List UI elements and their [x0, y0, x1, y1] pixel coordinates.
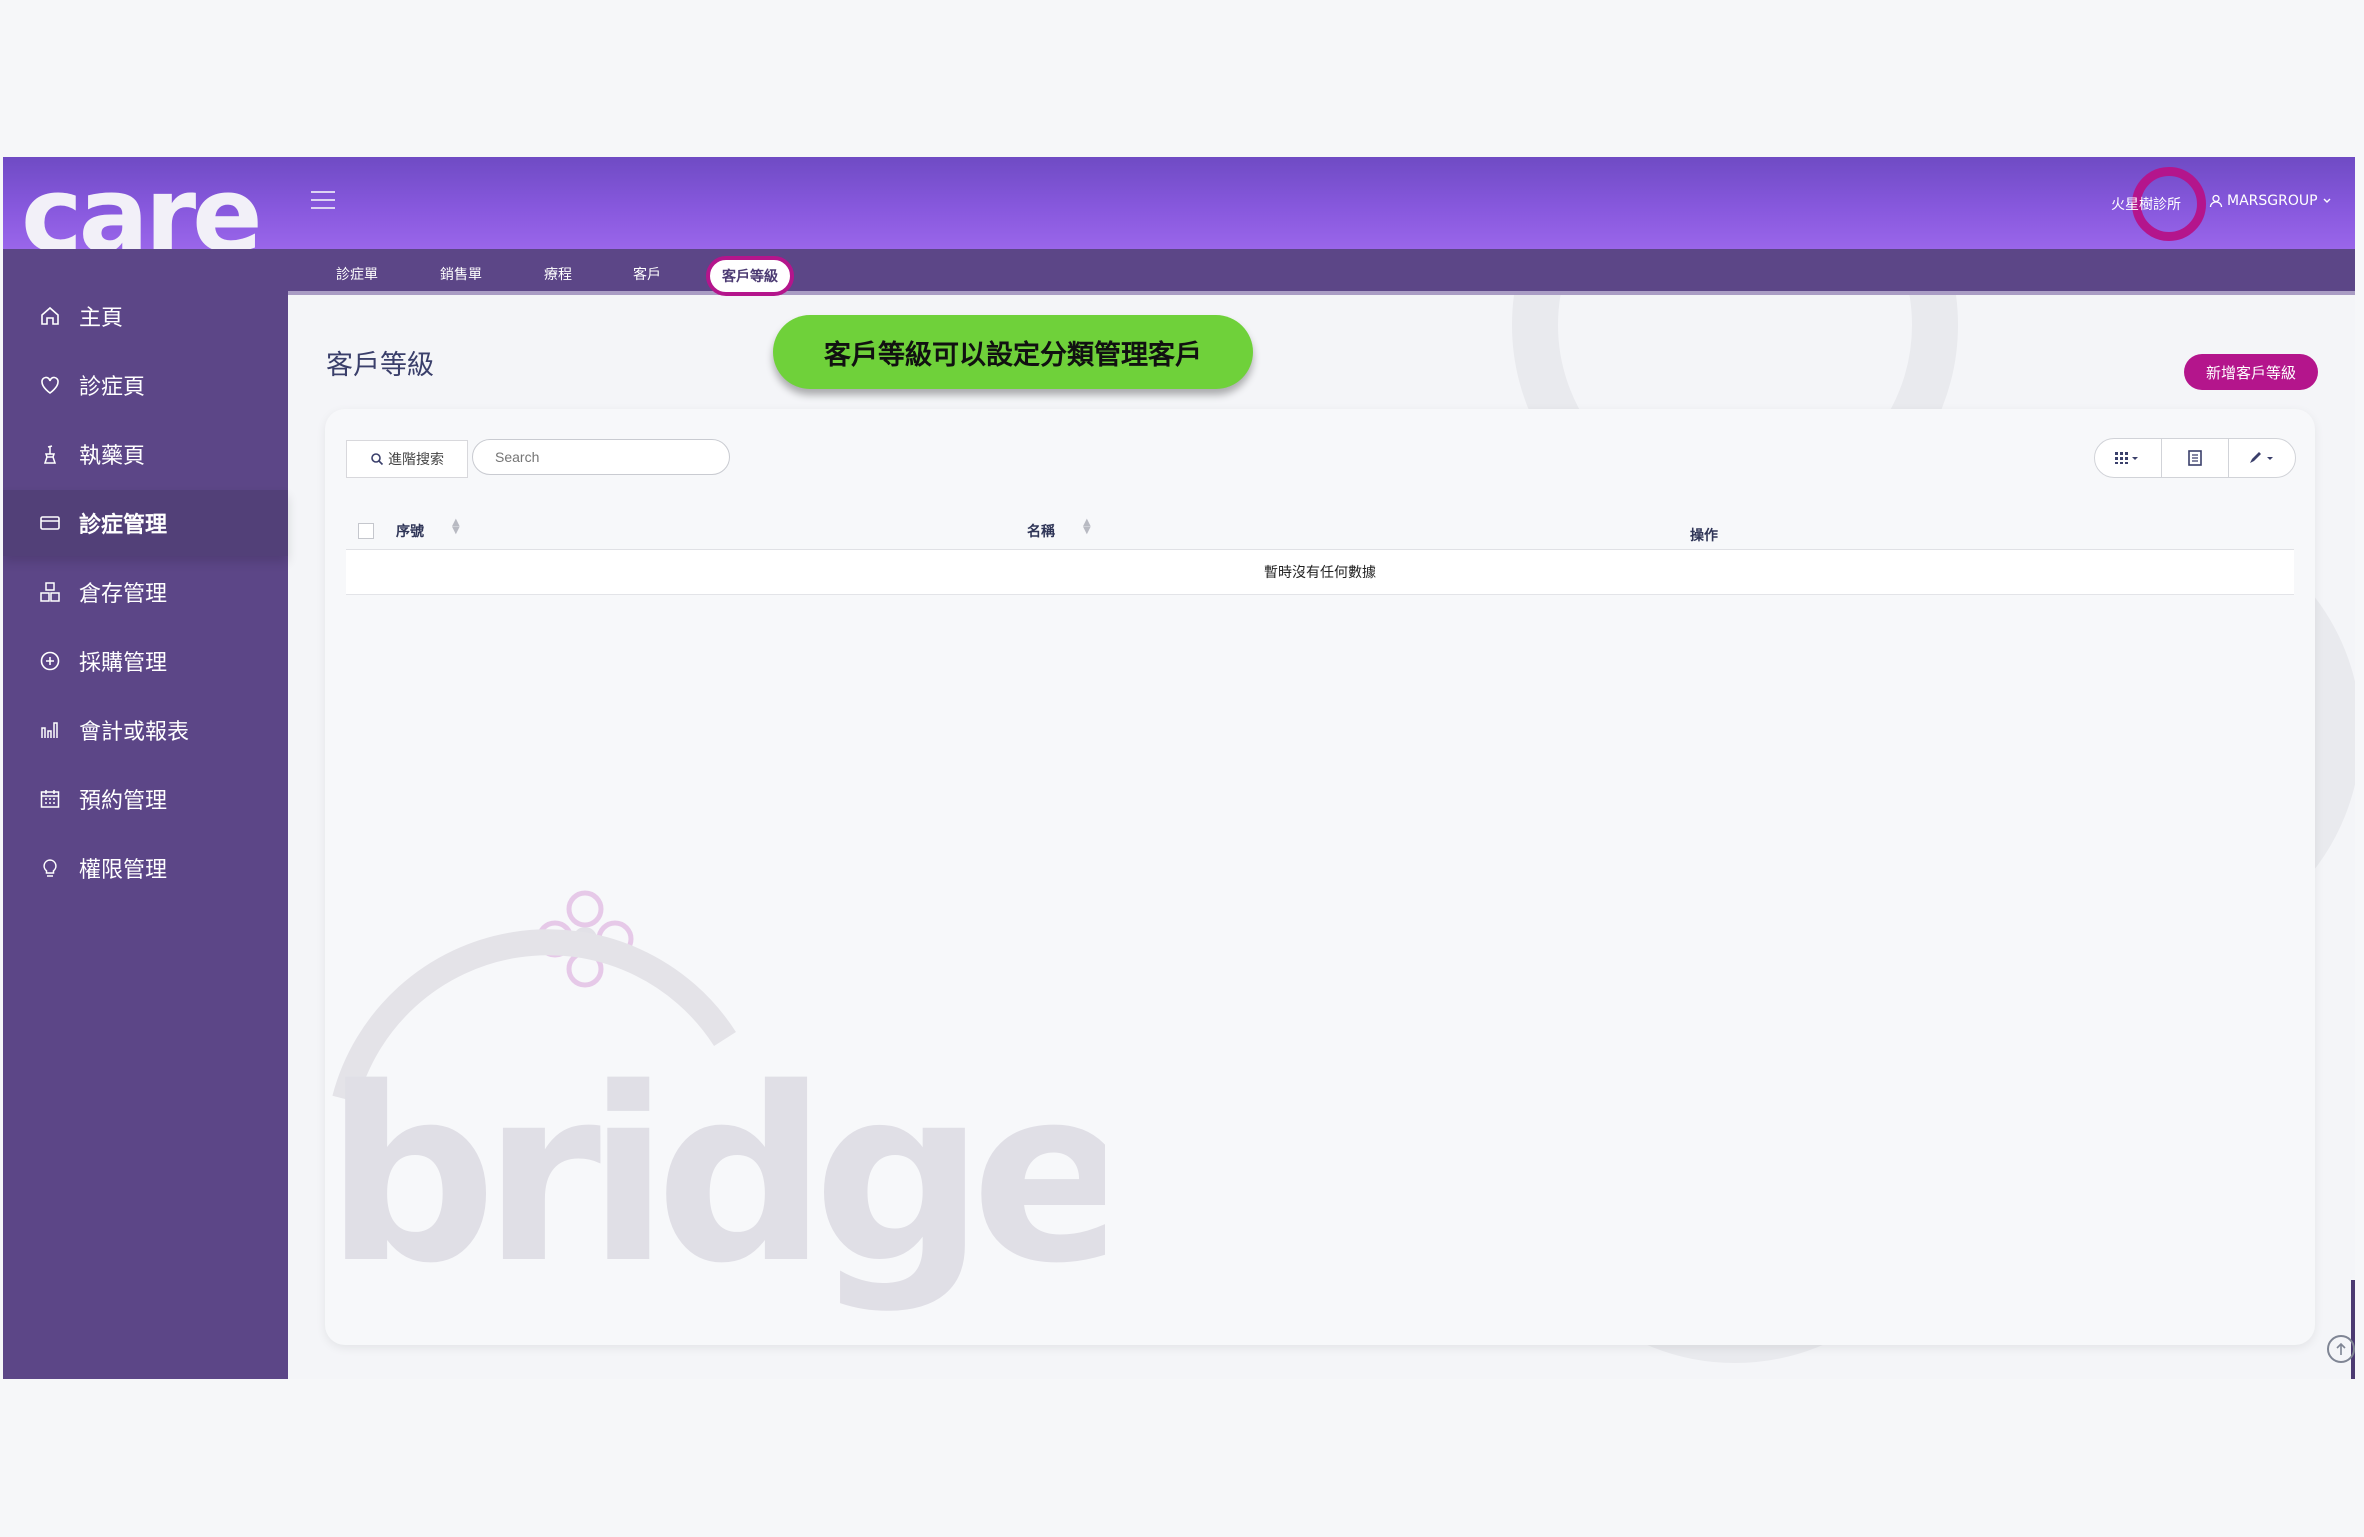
sidebar-item-label: 會計或報表 [79, 720, 190, 745]
sidebar-item-purchasing[interactable]: 採購管理 [3, 628, 288, 694]
empty-table-message: 暫時沒有任何數據 [346, 550, 2294, 595]
sidebar-item-label: 診症頁 [79, 375, 146, 400]
watermark-text: bridge [325, 1036, 1105, 1316]
arrow-up-icon [2336, 1342, 2346, 1355]
sidebar-item-appointments[interactable]: 預約管理 [3, 766, 288, 832]
advanced-search-button[interactable]: 進階搜索 [346, 440, 468, 478]
tab-treatment-course[interactable]: 療程 [544, 264, 572, 284]
sidebar-item-label: 主頁 [79, 306, 124, 331]
sidebar-item-consultation[interactable]: 診症頁 [3, 352, 288, 418]
bridge-watermark-logo: bridge [325, 890, 1105, 1316]
callout-banner: 客戶等級可以設定分類管理客戶 [773, 315, 1253, 389]
table-header: 序號 ▲ ▼ 名稱 ▲ ▼ 操作 [346, 508, 2294, 550]
bulb-icon [43, 859, 57, 877]
app-logo: care [21, 157, 263, 276]
main-content: 客戶等級 客戶等級可以設定分類管理客戶 新增客戶等級 bridge 進階搜索 S… [288, 295, 2355, 1379]
sidebar: 主頁 診症頁 執藥頁 診症管理 倉存管理 採購管理 會計或報表 預約管理 權限管… [3, 249, 288, 1379]
heart-icon [41, 376, 59, 394]
clinic-name[interactable]: 火星樹診所 [2111, 194, 2181, 214]
search-input[interactable] [472, 439, 730, 475]
sidebar-item-dispensing[interactable]: 執藥頁 [3, 421, 288, 487]
column-header-actions: 操作 [1690, 528, 1718, 544]
table-toolbar [2094, 438, 2296, 478]
sidebar-item-permissions[interactable]: 權限管理 [3, 835, 288, 901]
print-button[interactable] [2162, 439, 2229, 477]
table-card: bridge 進階搜索 序號 [325, 409, 2315, 1345]
tab-sales-order[interactable]: 銷售單 [440, 264, 482, 284]
column-header-serial[interactable]: 序號 [396, 521, 424, 541]
sidebar-item-label: 倉存管理 [79, 582, 168, 607]
advanced-search-label: 進階搜索 [388, 452, 444, 468]
calendar-icon [40, 790, 60, 808]
top-header-bar: care 火星樹診所 MARSGROUP [3, 157, 2355, 267]
page-title: 客戶等級 [326, 350, 434, 381]
chevron-down-icon [2323, 198, 2331, 203]
sidebar-item-label: 診症管理 [79, 513, 168, 538]
tab-diagnosis-form[interactable]: 診症單 [336, 264, 378, 284]
app-window: care 火星樹診所 MARSGROUP 主頁 診症頁 執藥頁 診症管理 倉存管… [3, 157, 2355, 1379]
card-icon [40, 516, 60, 530]
sort-icon[interactable]: ▲ ▼ [1083, 518, 1091, 536]
plus-circle-icon [40, 651, 60, 671]
sidebar-item-label: 權限管理 [79, 858, 168, 883]
user-menu[interactable]: MARSGROUP [2209, 193, 2332, 209]
scroll-to-top-button[interactable] [2327, 1335, 2355, 1363]
sort-icon[interactable]: ▲ ▼ [452, 518, 460, 536]
hamburger-menu-icon[interactable] [311, 191, 335, 211]
customer-level-table: 序號 ▲ ▼ 名稱 ▲ ▼ 操作 暫時沒有任何數據 [346, 508, 2294, 595]
sidebar-item-label: 預約管理 [79, 789, 168, 814]
grid-icon [2115, 452, 2138, 464]
bar-chart-icon [41, 722, 58, 738]
sidebar-item-inventory[interactable]: 倉存管理 [3, 559, 288, 625]
sidebar-item-home[interactable]: 主頁 [3, 283, 288, 349]
home-icon [41, 306, 59, 325]
add-customer-level-button[interactable]: 新增客戶等級 [2184, 354, 2318, 390]
tab-customers[interactable]: 客戶 [633, 264, 661, 284]
pencil-icon [2250, 452, 2273, 463]
scrollbar[interactable] [2351, 1280, 2355, 1379]
columns-toggle-button[interactable] [2095, 439, 2162, 477]
document-icon [2188, 450, 2202, 466]
user-icon [2209, 194, 2223, 208]
sidebar-item-consultation-management[interactable]: 診症管理 [3, 490, 288, 556]
sidebar-item-label: 採購管理 [79, 651, 168, 676]
select-all-checkbox[interactable] [358, 523, 374, 539]
user-name: MARSGROUP [2227, 193, 2318, 209]
sidebar-item-label: 執藥頁 [79, 444, 146, 469]
sidebar-item-accounting-reports[interactable]: 會計或報表 [3, 697, 288, 763]
pestle-icon [43, 445, 57, 464]
edit-options-button[interactable] [2229, 439, 2295, 477]
tab-bar: 診症單 銷售單 療程 客戶 客戶等級 [288, 249, 2355, 296]
search-icon [371, 453, 384, 466]
tab-customer-levels[interactable]: 客戶等級 [706, 256, 794, 296]
column-header-name[interactable]: 名稱 [1027, 521, 1055, 541]
boxes-icon [40, 582, 60, 602]
